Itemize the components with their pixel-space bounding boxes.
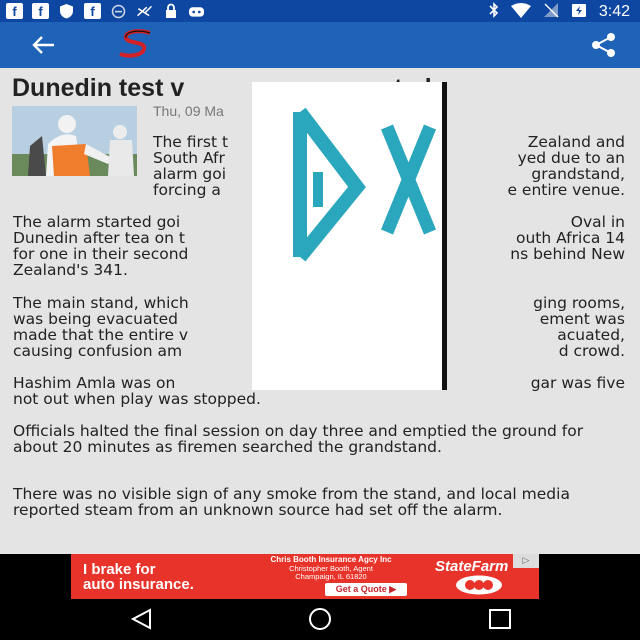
info-icon [110,3,127,19]
back-triangle-icon[interactable] [128,607,156,631]
facebook-icon: f [84,3,101,19]
no-signal-icon [136,3,153,19]
title-start: Dunedin test v [12,74,185,102]
status-bar: f f f 3:42 [0,0,640,22]
home-circle-icon[interactable] [306,607,334,631]
lock-icon [162,3,179,19]
get-a-quote-button[interactable]: Get a Quote ▶ [325,583,407,596]
battery-icon [571,2,587,22]
floating-overlay[interactable] [252,82,447,390]
facebook-icon: f [6,3,23,19]
navigation-bar [0,599,640,640]
paragraph-4: Officials halted the final session on da… [13,422,584,456]
facebook-icon: f [32,3,49,19]
app-bar [0,22,640,68]
article-thumbnail [12,106,137,176]
ad-agent-info: Chris Booth Insurance Agcy Inc Christoph… [270,555,392,581]
dx-overlay-glyphs [293,107,437,262]
supersport-logo [114,28,158,60]
back-arrow-icon[interactable] [28,32,58,58]
ad-brand: StateFarm [435,558,509,575]
article-date: Thu, 09 Ma [153,103,224,119]
ad-banner[interactable]: I brake for auto insurance. Chris Booth … [71,554,539,599]
no-sim-icon [543,2,559,22]
statefarm-logo-icon [455,575,503,595]
ad-choices-icon[interactable]: ▷ [513,554,539,568]
shield-icon [58,3,75,19]
clock: 3:42 [598,3,630,20]
system-status: 3:42 [489,2,630,22]
ad-headline: I brake for auto insurance. [83,561,194,593]
share-icon[interactable] [590,32,618,58]
wifi-icon [510,2,531,22]
paragraph-5: There was no visible sign of any smoke f… [13,485,570,519]
game-icon [188,3,205,19]
bluetooth-icon [489,2,499,22]
notification-icons: f f f [6,3,205,19]
recents-square-icon[interactable] [486,607,514,631]
